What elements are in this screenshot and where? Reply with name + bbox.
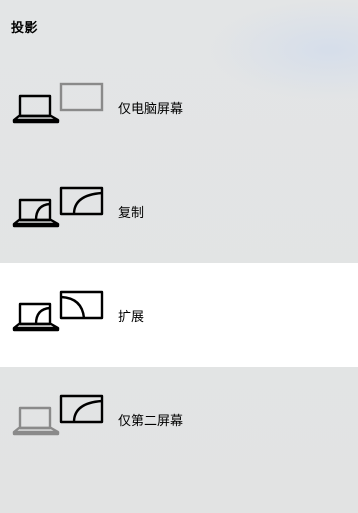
option-label: 仅电脑屏幕 bbox=[118, 101, 184, 117]
option-label: 仅第二屏幕 bbox=[118, 413, 184, 429]
duplicate-icon bbox=[12, 186, 104, 228]
option-extend[interactable]: 扩展 bbox=[0, 263, 358, 367]
second-screen-only-icon bbox=[12, 394, 104, 436]
option-label: 扩展 bbox=[118, 309, 145, 325]
pc-screen-only-icon bbox=[12, 82, 104, 124]
option-duplicate[interactable]: 复制 bbox=[0, 159, 358, 263]
option-label: 复制 bbox=[118, 205, 145, 221]
extend-icon bbox=[12, 290, 104, 332]
panel-title: 投影 bbox=[11, 21, 39, 36]
option-second-screen-only[interactable]: 仅第二屏幕 bbox=[0, 367, 358, 471]
option-pc-screen-only[interactable]: 仅电脑屏幕 bbox=[0, 55, 358, 159]
